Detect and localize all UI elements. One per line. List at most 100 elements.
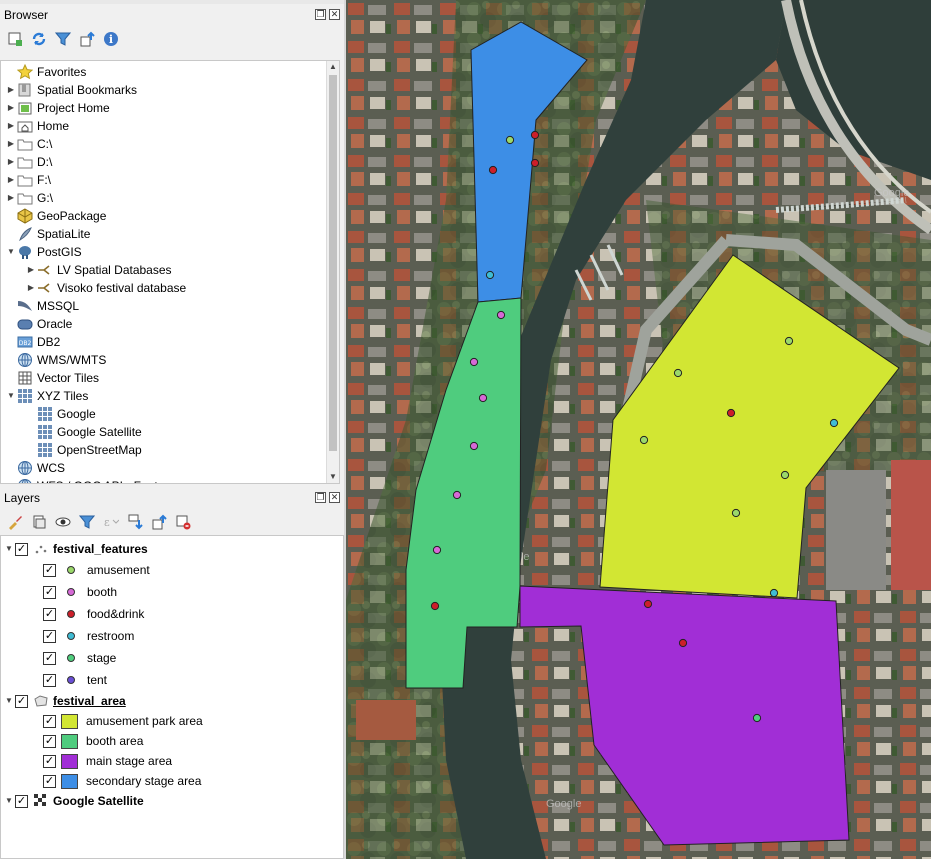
layer-visibility-checkbox[interactable]: ✓ <box>15 694 28 708</box>
legend-item-booth[interactable]: ✓ booth <box>3 581 341 603</box>
scroll-up-icon[interactable]: ▲ <box>327 61 339 73</box>
food-drink-point[interactable] <box>488 165 498 175</box>
browser-item-xyz-tiles[interactable]: ▼ XYZ Tiles <box>5 387 325 405</box>
filter-legend-icon[interactable] <box>78 513 96 531</box>
browser-item-spatial-bookmarks[interactable]: ▶ Spatial Bookmarks <box>5 81 325 99</box>
remove-layer-icon[interactable] <box>174 513 192 531</box>
filter-icon[interactable] <box>54 30 72 48</box>
booth-point[interactable] <box>469 357 479 367</box>
browser-scrollbar[interactable]: ▲ ▼ <box>326 61 339 483</box>
browser-item-geopackage[interactable]: GeoPackage <box>5 207 325 225</box>
legend-item-stage[interactable]: ✓ stage <box>3 647 341 669</box>
collapse-all-layers-icon[interactable] <box>150 513 168 531</box>
browser-item-c[interactable]: ▶ C:\ <box>5 135 325 153</box>
add-selected-layers-icon[interactable] <box>6 30 24 48</box>
browser-item-spatialite[interactable]: SpatiaLite <box>5 225 325 243</box>
browser-item-mssql[interactable]: MSSQL <box>5 297 325 315</box>
expand-all-icon[interactable] <box>126 513 144 531</box>
map-canvas[interactable]: Google Google Google <box>346 0 931 859</box>
browser-item-db2[interactable]: DB2 DB2 <box>5 333 325 351</box>
add-group-icon[interactable] <box>30 513 48 531</box>
float-panel-icon[interactable]: ❐ <box>315 492 326 503</box>
restroom-point[interactable] <box>485 270 495 280</box>
legend-item-restroom[interactable]: ✓ restroom <box>3 625 341 647</box>
browser-item-vector-tiles[interactable]: Vector Tiles <box>5 369 325 387</box>
legend-item-checkbox[interactable]: ✓ <box>43 754 56 768</box>
expanded-arrow-icon[interactable]: ▼ <box>3 792 15 810</box>
legend-item-main-stage-area[interactable]: ✓ main stage area <box>3 751 341 771</box>
amusement-point[interactable] <box>784 336 794 346</box>
browser-item-oracle[interactable]: Oracle <box>5 315 325 333</box>
scroll-thumb[interactable] <box>329 75 337 451</box>
food-drink-point[interactable] <box>726 408 736 418</box>
scroll-down-icon[interactable]: ▼ <box>327 471 339 483</box>
layer-visibility-checkbox[interactable]: ✓ <box>15 542 28 556</box>
collapsed-arrow-icon[interactable]: ▶ <box>5 135 17 153</box>
legend-item-food-drink[interactable]: ✓ food&drink <box>3 603 341 625</box>
collapsed-arrow-icon[interactable]: ▶ <box>5 189 17 207</box>
browser-item-wcs[interactable]: WCS <box>5 459 325 477</box>
eye-visibility-icon[interactable] <box>54 513 72 531</box>
collapsed-arrow-icon[interactable]: ▶ <box>25 279 37 297</box>
properties-info-icon[interactable]: i <box>102 30 120 48</box>
legend-item-checkbox[interactable]: ✓ <box>43 734 56 748</box>
expanded-arrow-icon[interactable]: ▼ <box>3 540 15 558</box>
browser-item-wms-wmts[interactable]: WMS/WMTS <box>5 351 325 369</box>
legend-item-checkbox[interactable]: ✓ <box>43 774 56 788</box>
amusement-point[interactable] <box>639 435 649 445</box>
layer-festival-features[interactable]: ▼ ✓ festival_features <box>3 539 341 559</box>
browser-item-f[interactable]: ▶ F:\ <box>5 171 325 189</box>
collapse-all-icon[interactable] <box>78 30 96 48</box>
stage-point[interactable] <box>752 713 762 723</box>
browser-item-d[interactable]: ▶ D:\ <box>5 153 325 171</box>
expanded-arrow-icon[interactable]: ▼ <box>5 243 17 261</box>
close-panel-icon[interactable]: ✕ <box>329 9 340 20</box>
collapsed-arrow-icon[interactable]: ▶ <box>5 117 17 135</box>
expanded-arrow-icon[interactable]: ▼ <box>3 692 15 710</box>
amusement-point[interactable] <box>673 368 683 378</box>
legend-item-checkbox[interactable]: ✓ <box>43 651 56 665</box>
booth-point[interactable] <box>496 310 506 320</box>
food-drink-point[interactable] <box>678 638 688 648</box>
booth-point[interactable] <box>432 545 442 555</box>
booth-point[interactable] <box>469 441 479 451</box>
browser-item-g[interactable]: ▶ G:\ <box>5 189 325 207</box>
legend-item-tent[interactable]: ✓ tent <box>3 669 341 691</box>
expanded-arrow-icon[interactable]: ▼ <box>5 387 17 405</box>
amusement-point[interactable] <box>731 508 741 518</box>
food-drink-point[interactable] <box>530 158 540 168</box>
browser-item-favorites[interactable]: Favorites <box>5 63 325 81</box>
restroom-point[interactable] <box>829 418 839 428</box>
browser-item-google-satellite[interactable]: Google Satellite <box>5 423 325 441</box>
amusement-point[interactable] <box>780 470 790 480</box>
legend-item-secondary-stage-area[interactable]: ✓ secondary stage area <box>3 771 341 791</box>
layer-google-satellite[interactable]: ▼ ✓ Google Satellite <box>3 791 341 811</box>
restroom-point[interactable] <box>769 588 779 598</box>
collapsed-arrow-icon[interactable]: ▶ <box>5 81 17 99</box>
legend-item-checkbox[interactable]: ✓ <box>43 563 56 577</box>
browser-item-visoko-festival-database[interactable]: ▶ Visoko festival database <box>5 279 325 297</box>
browser-item-lv-spatial-databases[interactable]: ▶ LV Spatial Databases <box>5 261 325 279</box>
close-panel-icon[interactable]: ✕ <box>329 492 340 503</box>
collapsed-arrow-icon[interactable]: ▶ <box>5 99 17 117</box>
legend-item-amusement-park-area[interactable]: ✓ amusement park area <box>3 711 341 731</box>
collapsed-arrow-icon[interactable]: ▶ <box>5 153 17 171</box>
legend-item-checkbox[interactable]: ✓ <box>43 714 56 728</box>
browser-item-wfs-ogc-api-features[interactable]: WFS / OGC API - Features <box>5 477 325 483</box>
legend-item-checkbox[interactable]: ✓ <box>43 607 56 621</box>
browser-item-postgis[interactable]: ▼ PostGIS <box>5 243 325 261</box>
food-drink-point[interactable] <box>643 599 653 609</box>
legend-item-checkbox[interactable]: ✓ <box>43 585 56 599</box>
food-drink-point[interactable] <box>430 601 440 611</box>
layers-tree[interactable]: ▼ ✓ festival_features ✓ amusement ✓ booth ✓ food… <box>0 535 344 859</box>
browser-item-home[interactable]: ▶ Home <box>5 117 325 135</box>
collapsed-arrow-icon[interactable]: ▶ <box>25 261 37 279</box>
collapsed-arrow-icon[interactable]: ▶ <box>5 171 17 189</box>
layer-visibility-checkbox[interactable]: ✓ <box>15 794 28 808</box>
food-drink-point[interactable] <box>530 130 540 140</box>
amusement-point[interactable] <box>505 135 515 145</box>
legend-item-booth-area[interactable]: ✓ booth area <box>3 731 341 751</box>
float-panel-icon[interactable]: ❐ <box>315 9 326 20</box>
layer-festival-area[interactable]: ▼ ✓ festival_area <box>3 691 341 711</box>
browser-item-project-home[interactable]: ▶ Project Home <box>5 99 325 117</box>
